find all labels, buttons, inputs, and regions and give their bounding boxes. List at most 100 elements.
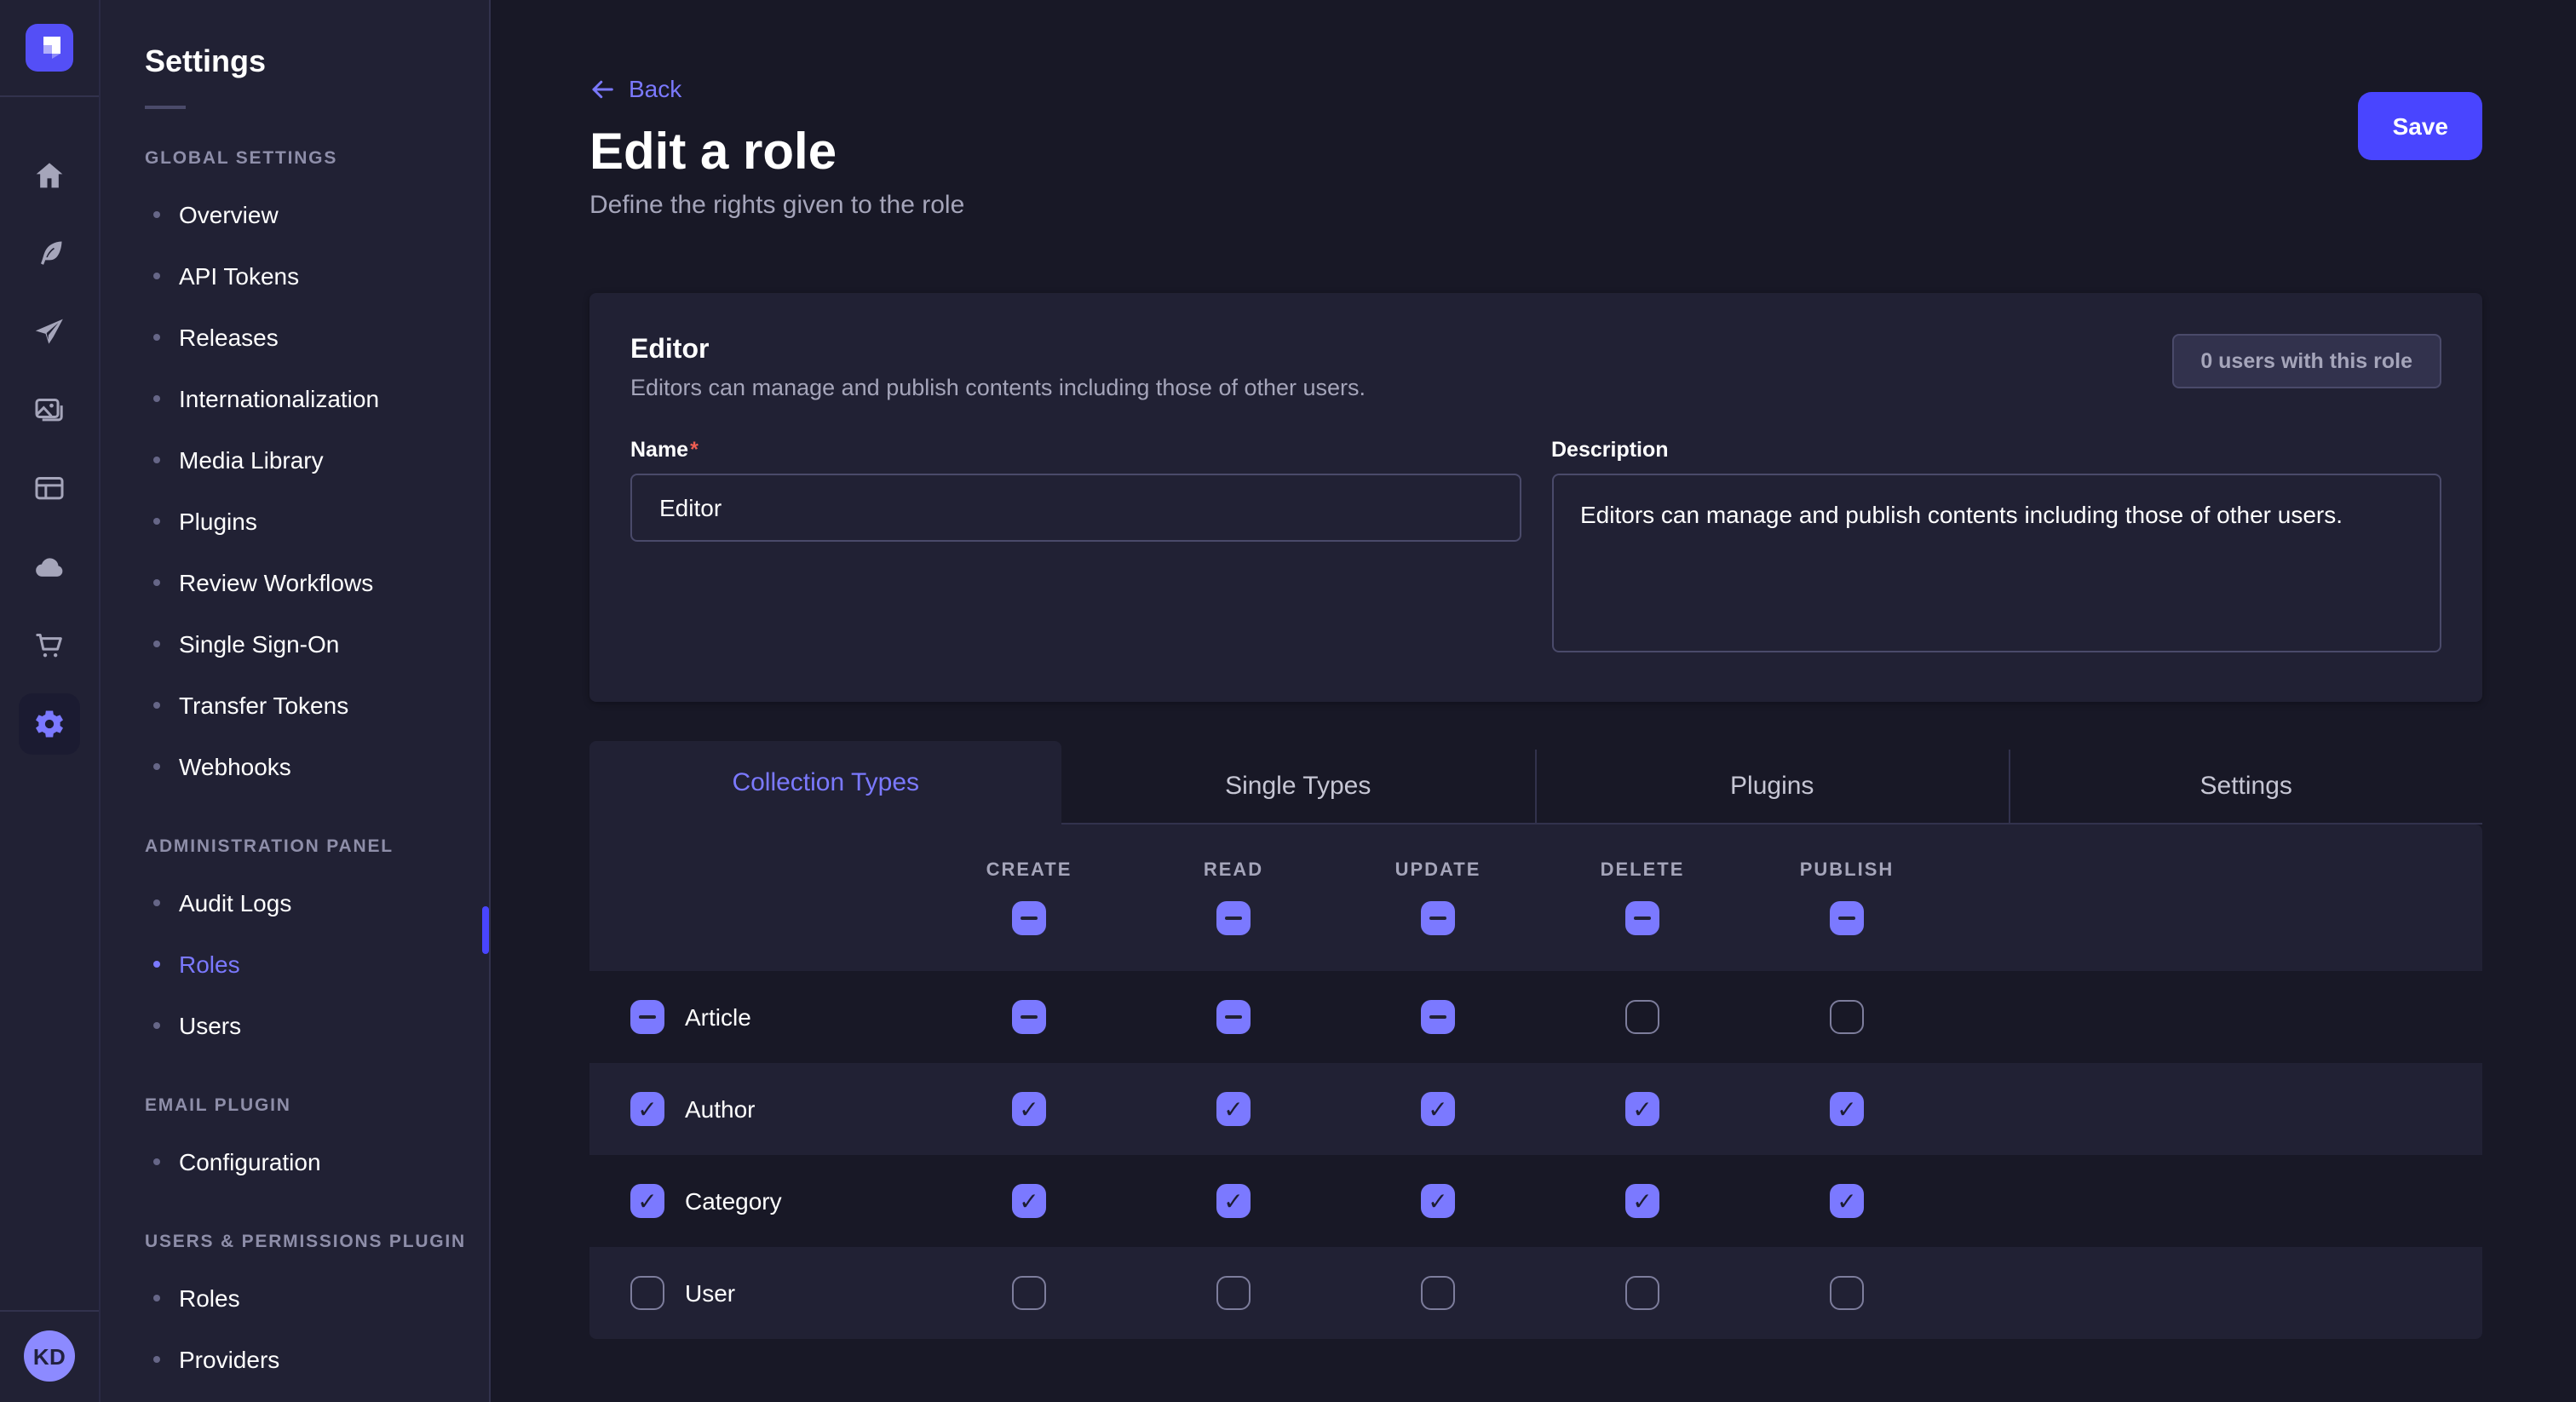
- nav-item-label: Roles: [179, 951, 240, 978]
- author-update-checkbox[interactable]: [1421, 1092, 1455, 1126]
- row-label: User: [685, 1279, 735, 1307]
- nav-item-list: RolesProviders: [101, 1267, 489, 1390]
- cart-icon: [32, 629, 66, 663]
- nav-item-label: Transfer Tokens: [179, 692, 348, 719]
- sidebar-item-transfer-tokens[interactable]: Transfer Tokens: [101, 675, 489, 736]
- permission-cell: [1131, 1247, 1336, 1339]
- select-all-update-checkbox[interactable]: [1421, 901, 1455, 935]
- column-label: DELETE: [1601, 860, 1685, 881]
- nav-item-label: API Tokens: [179, 262, 299, 290]
- sidebar-item-overview[interactable]: Overview: [101, 184, 489, 245]
- category-publish-checkbox[interactable]: [1830, 1184, 1864, 1218]
- row-label: Article: [685, 1003, 751, 1031]
- paper-plane-icon: [32, 315, 66, 349]
- permission-cell: [1540, 1155, 1745, 1247]
- select-all-publish-checkbox[interactable]: [1830, 901, 1864, 935]
- rail-item-home[interactable]: [19, 145, 80, 206]
- sidebar-item-audit-logs[interactable]: Audit Logs: [101, 872, 489, 934]
- rail-item-content-manager[interactable]: [19, 223, 80, 284]
- user-create-checkbox[interactable]: [1012, 1276, 1046, 1310]
- sidebar-item-webhooks[interactable]: Webhooks: [101, 736, 489, 797]
- rail-icon-list: [19, 145, 80, 1310]
- author-row-checkbox[interactable]: [630, 1092, 664, 1126]
- sidebar-item-roles[interactable]: Roles: [101, 1267, 489, 1329]
- category-delete-checkbox[interactable]: [1625, 1184, 1659, 1218]
- role-card-titles: Editor Editors can manage and publish co…: [630, 334, 1366, 402]
- author-publish-checkbox[interactable]: [1830, 1092, 1864, 1126]
- user-update-checkbox[interactable]: [1421, 1276, 1455, 1310]
- user-publish-checkbox[interactable]: [1830, 1276, 1864, 1310]
- user-read-checkbox[interactable]: [1216, 1276, 1251, 1310]
- select-all-delete-checkbox[interactable]: [1625, 901, 1659, 935]
- sidebar-item-releases[interactable]: Releases: [101, 307, 489, 368]
- icon-rail: KD: [0, 0, 101, 1402]
- article-create-checkbox[interactable]: [1012, 1000, 1046, 1034]
- role-name-input[interactable]: [630, 474, 1521, 542]
- article-row-checkbox[interactable]: [630, 1000, 664, 1034]
- article-publish-checkbox[interactable]: [1830, 1000, 1864, 1034]
- sidebar-item-api-tokens[interactable]: API Tokens: [101, 245, 489, 307]
- users-with-role-button[interactable]: 0 users with this role: [2171, 334, 2441, 388]
- subnav-scrollbar-thumb[interactable]: [482, 906, 489, 954]
- article-update-checkbox[interactable]: [1421, 1000, 1455, 1034]
- rail-item-settings[interactable]: [19, 693, 80, 755]
- author-read-checkbox[interactable]: [1216, 1092, 1251, 1126]
- save-button[interactable]: Save: [2359, 92, 2482, 160]
- category-update-checkbox[interactable]: [1421, 1184, 1455, 1218]
- rail-item-marketplace[interactable]: [19, 615, 80, 676]
- permission-cell: [1745, 971, 1949, 1063]
- permission-cell: [1131, 1063, 1336, 1155]
- strapi-logo[interactable]: [26, 24, 73, 72]
- role-card-header: Editor Editors can manage and publish co…: [630, 334, 2441, 402]
- back-link[interactable]: Back: [589, 75, 681, 102]
- sidebar-item-providers[interactable]: Providers: [101, 1329, 489, 1390]
- permission-cell: [1131, 971, 1336, 1063]
- nav-section: GLOBAL SETTINGSOverviewAPI TokensRelease…: [101, 147, 489, 797]
- sidebar-item-configuration[interactable]: Configuration: [101, 1131, 489, 1192]
- sidebar-item-plugins[interactable]: Plugins: [101, 491, 489, 552]
- row-lead-cell: Author: [589, 1063, 927, 1155]
- sidebar-item-review-workflows[interactable]: Review Workflows: [101, 552, 489, 613]
- user-row-checkbox[interactable]: [630, 1276, 664, 1310]
- select-all-read-checkbox[interactable]: [1216, 901, 1251, 935]
- nav-item-label: Plugins: [179, 508, 257, 535]
- tab-single-types[interactable]: Single Types: [1062, 750, 1535, 825]
- rail-item-deploy[interactable]: [19, 537, 80, 598]
- rail-item-media-library[interactable]: [19, 380, 80, 441]
- article-read-checkbox[interactable]: [1216, 1000, 1251, 1034]
- permission-cell: [1540, 1063, 1745, 1155]
- tab-collection-types[interactable]: Collection Types: [589, 741, 1062, 825]
- rail-item-content-type-builder[interactable]: [19, 458, 80, 520]
- role-description-textarea[interactable]: Editors can manage and publish contents …: [1551, 474, 2441, 652]
- row-lead-cell: Article: [589, 971, 927, 1063]
- sidebar-item-roles[interactable]: Roles: [101, 934, 489, 995]
- table-row-user: User: [589, 1247, 2482, 1339]
- cloud-icon: [32, 550, 66, 584]
- rail-item-releases[interactable]: [19, 302, 80, 363]
- author-delete-checkbox[interactable]: [1625, 1092, 1659, 1126]
- logo-area: [0, 0, 99, 97]
- user-avatar[interactable]: KD: [24, 1330, 75, 1382]
- column-header-create: CREATE: [927, 825, 1131, 971]
- category-row-checkbox[interactable]: [630, 1184, 664, 1218]
- tab-settings[interactable]: Settings: [2009, 750, 2483, 825]
- sidebar-item-single-sign-on[interactable]: Single Sign-On: [101, 613, 489, 675]
- user-delete-checkbox[interactable]: [1625, 1276, 1659, 1310]
- column-label: UPDATE: [1395, 860, 1481, 881]
- table-row-article: Article: [589, 971, 2482, 1063]
- category-create-checkbox[interactable]: [1012, 1184, 1046, 1218]
- author-create-checkbox[interactable]: [1012, 1092, 1046, 1126]
- arrow-left-icon: [589, 76, 615, 101]
- select-all-create-checkbox[interactable]: [1012, 901, 1046, 935]
- category-read-checkbox[interactable]: [1216, 1184, 1251, 1218]
- sidebar-item-internationalization[interactable]: Internationalization: [101, 368, 489, 429]
- tab-plugins[interactable]: Plugins: [1534, 750, 2009, 825]
- nav-item-list: Overview API Tokens ReleasesInternationali…: [101, 184, 489, 797]
- article-delete-checkbox[interactable]: [1625, 1000, 1659, 1034]
- settings-subnav: Settings GLOBAL SETTINGSOverviewAPI Toke…: [101, 0, 491, 1402]
- sidebar-item-users[interactable]: Users: [101, 995, 489, 1056]
- sidebar-item-media-library[interactable]: Media Library: [101, 429, 489, 491]
- permission-cell: [927, 1247, 1131, 1339]
- bullet-icon: [153, 211, 160, 218]
- strapi-logo-icon: [36, 34, 63, 61]
